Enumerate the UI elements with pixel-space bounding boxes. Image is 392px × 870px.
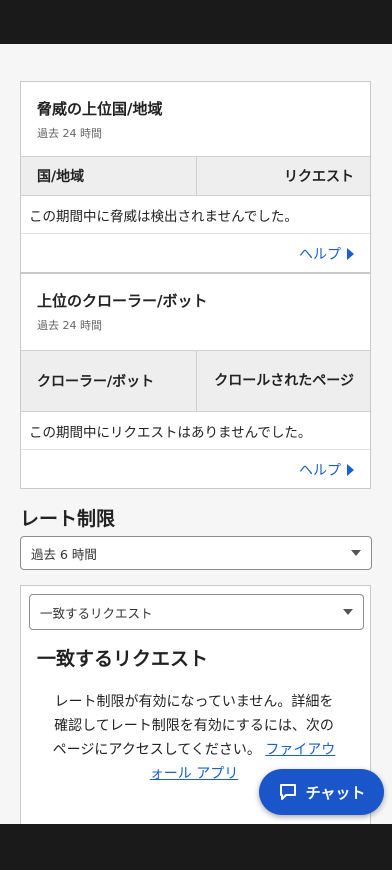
navigation-bar [0,824,392,870]
card-title: 脅威の上位国/地域 [37,100,163,118]
caret-down-icon [343,609,353,615]
caret-down-icon [351,550,361,556]
status-bar [0,0,392,44]
column-header-crawler[interactable]: クローラー/ボット [21,351,197,411]
period-select-value: 過去 6 時間 [31,546,97,562]
card-title: 上位のクローラー/ボット [37,292,208,310]
caret-right-icon [347,464,354,476]
table-header: 国/地域 リクエスト [21,156,370,196]
column-header-country[interactable]: 国/地域 [21,157,197,195]
top-threat-countries-card: 脅威の上位国/地域 過去 24 時間 国/地域 リクエスト この期間中に脅威は検… [20,81,371,273]
chat-button[interactable]: チャット [259,769,384,815]
column-header-crawled-pages[interactable]: クロールされたページ [197,351,370,411]
card-subtitle: 過去 24 時間 [37,319,102,332]
section-title-rate-limit: レート制限 [20,508,116,530]
empty-table-message: この期間中に脅威は検出されませんでした。 [21,196,370,234]
help-link[interactable]: ヘルプ [299,460,354,480]
dashboard-page: 脅威の上位国/地域 過去 24 時間 国/地域 リクエスト この期間中に脅威は検… [0,44,392,824]
help-link-label: ヘルプ [299,463,341,479]
column-header-requests[interactable]: リクエスト [197,157,370,195]
period-select[interactable]: 過去 6 時間 [20,536,372,570]
caret-right-icon [347,248,354,260]
help-link-label: ヘルプ [299,247,341,263]
chat-button-label: チャット [305,783,366,802]
empty-table-message: この期間中にリクエストはありませんでした。 [21,412,370,450]
table-header: クローラー/ボット クロールされたページ [21,350,370,412]
rate-limit-heading: 一致するリクエスト [37,648,209,670]
top-crawlers-card: 上位のクローラー/ボット 過去 24 時間 クローラー/ボット クロールされたペ… [20,273,371,489]
filter-select-value: 一致するリクエスト [40,605,153,621]
help-link[interactable]: ヘルプ [299,244,354,264]
filter-select[interactable]: 一致するリクエスト [29,594,364,630]
chat-bubble-icon [279,784,296,800]
card-subtitle: 過去 24 時間 [37,127,102,140]
